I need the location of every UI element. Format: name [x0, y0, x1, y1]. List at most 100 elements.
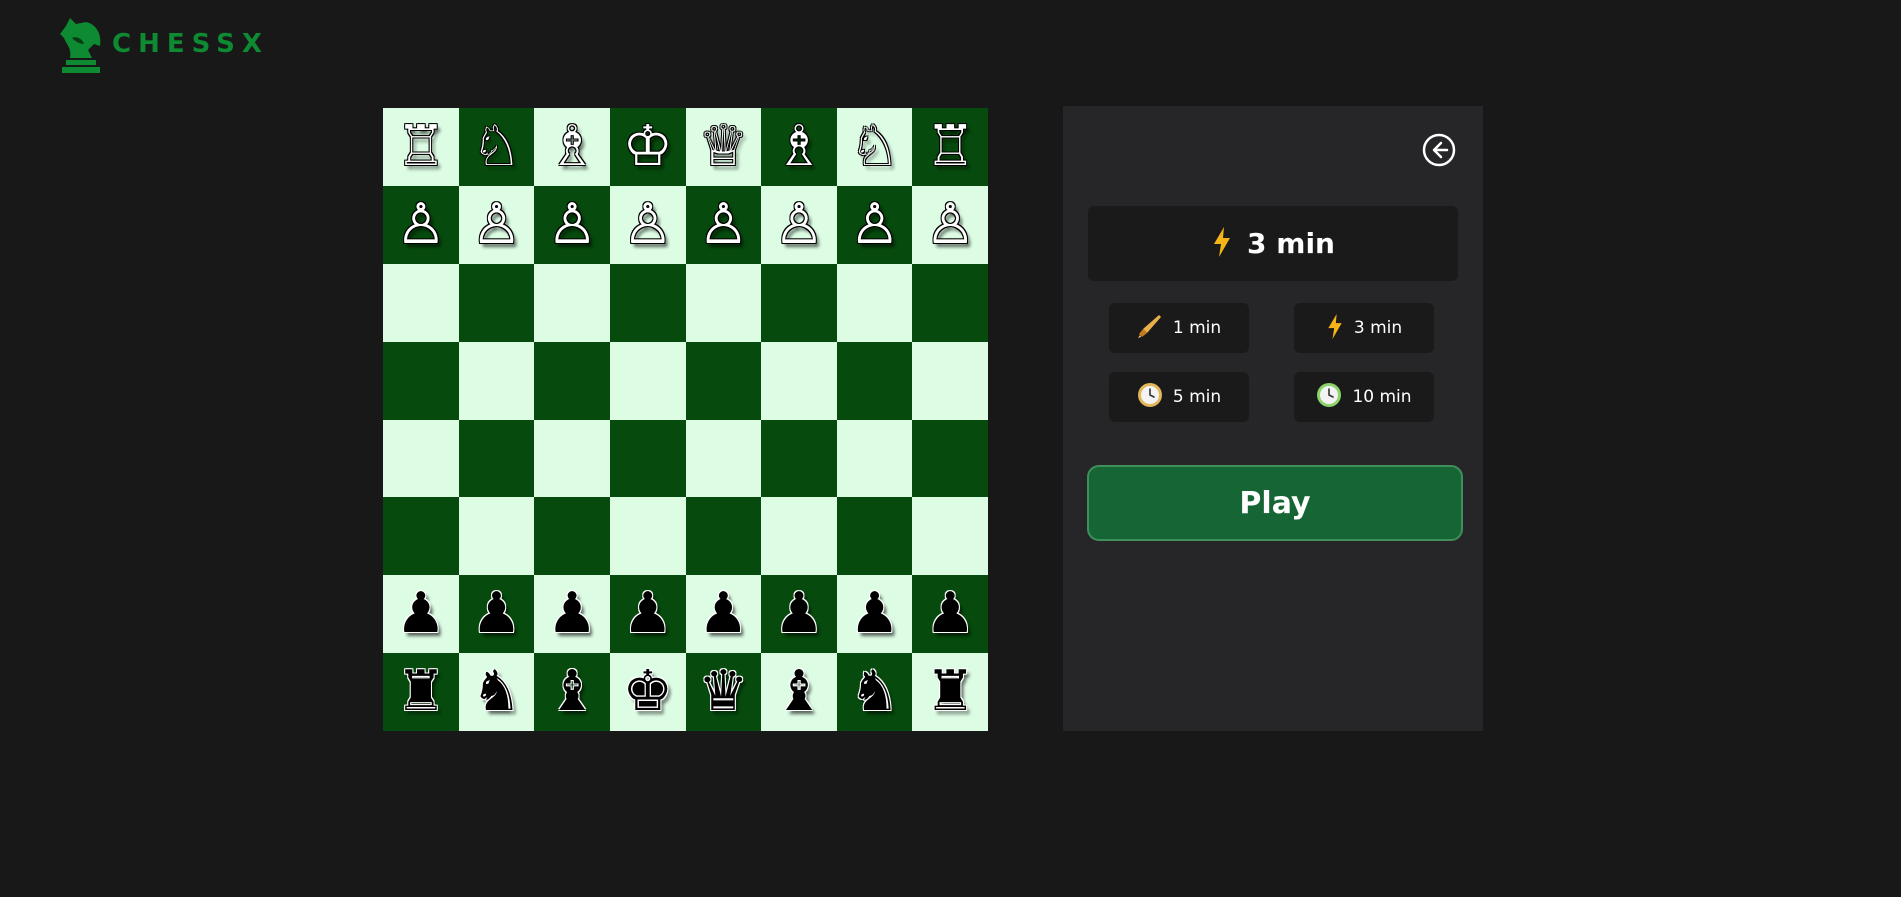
board-square[interactable]: ♗: [534, 108, 610, 186]
board-square[interactable]: ♖: [912, 108, 988, 186]
board-square[interactable]: ♔: [609, 108, 686, 186]
chess-piece[interactable]: ♕: [698, 118, 748, 175]
board-square[interactable]: [761, 497, 837, 576]
board-square[interactable]: ♛: [685, 653, 762, 731]
board-square[interactable]: ♝: [534, 653, 610, 731]
board-square[interactable]: ♙: [761, 185, 837, 264]
board-square[interactable]: [761, 263, 837, 342]
chess-piece[interactable]: ♟: [396, 586, 446, 642]
board-square[interactable]: ♚: [609, 653, 686, 731]
board-square[interactable]: [685, 341, 762, 420]
time-option-3-min[interactable]: 3 min: [1294, 303, 1434, 353]
board-square[interactable]: ♞: [836, 653, 913, 731]
board-square[interactable]: ♘: [836, 108, 913, 186]
board-square[interactable]: ♟: [836, 575, 913, 654]
board-square[interactable]: [609, 263, 686, 342]
play-button[interactable]: Play: [1087, 465, 1463, 541]
chess-piece[interactable]: ♙: [471, 196, 521, 253]
time-option-10-min[interactable]: 10 min: [1294, 372, 1434, 422]
board-square[interactable]: [761, 341, 837, 420]
board-square[interactable]: ♟: [685, 575, 762, 654]
board-square[interactable]: ♙: [534, 185, 610, 264]
board-square[interactable]: [836, 419, 913, 498]
chess-piece[interactable]: ♟: [471, 586, 521, 642]
board-square[interactable]: [458, 263, 535, 342]
chess-piece[interactable]: ♗: [774, 118, 824, 175]
board-square[interactable]: [912, 497, 988, 576]
board-square[interactable]: ♟: [609, 575, 686, 654]
chess-piece[interactable]: ♖: [396, 118, 446, 175]
board-square[interactable]: [912, 341, 988, 420]
chess-piece[interactable]: ♜: [925, 664, 975, 720]
board-square[interactable]: ♖: [383, 108, 459, 186]
board-square[interactable]: [685, 419, 762, 498]
logo[interactable]: CHESSX: [56, 14, 269, 74]
chess-piece[interactable]: ♟: [925, 586, 975, 642]
board-square[interactable]: ♙: [836, 185, 913, 264]
board-square[interactable]: ♙: [912, 185, 988, 264]
chess-piece[interactable]: ♟: [623, 586, 673, 642]
selected-time-control[interactable]: 3 min: [1088, 206, 1458, 281]
board-square[interactable]: [534, 341, 610, 420]
board-square[interactable]: [458, 497, 535, 576]
board-square[interactable]: ♙: [609, 185, 686, 264]
chess-piece[interactable]: ♚: [623, 664, 673, 720]
chess-piece[interactable]: ♙: [623, 196, 673, 253]
board-square[interactable]: ♕: [685, 108, 762, 186]
board-square[interactable]: ♟: [912, 575, 988, 654]
chess-piece[interactable]: ♙: [698, 196, 748, 253]
chess-piece[interactable]: ♙: [547, 196, 597, 253]
chess-piece[interactable]: ♘: [471, 118, 521, 175]
board-square[interactable]: [458, 419, 535, 498]
board-square[interactable]: [912, 419, 988, 498]
chess-piece[interactable]: ♝: [774, 664, 824, 720]
board-square[interactable]: ♙: [383, 185, 459, 264]
board-square[interactable]: ♟: [761, 575, 837, 654]
board-square[interactable]: [383, 419, 459, 498]
board-square[interactable]: ♝: [761, 653, 837, 731]
board-square[interactable]: [609, 497, 686, 576]
board-square[interactable]: ♗: [761, 108, 837, 186]
chess-piece[interactable]: ♙: [774, 196, 824, 253]
chess-piece[interactable]: ♞: [849, 664, 899, 720]
back-button[interactable]: [1422, 133, 1456, 167]
time-option-1-min[interactable]: 1 min: [1109, 303, 1249, 353]
board-square[interactable]: [761, 419, 837, 498]
chess-piece[interactable]: ♜: [396, 664, 446, 720]
board-square[interactable]: ♟: [458, 575, 535, 654]
chess-piece[interactable]: ♞: [471, 664, 521, 720]
board-square[interactable]: [685, 263, 762, 342]
board-square[interactable]: ♙: [458, 185, 535, 264]
board-square[interactable]: [836, 497, 913, 576]
board-square[interactable]: [383, 263, 459, 342]
chess-piece[interactable]: ♗: [547, 118, 597, 175]
board-square[interactable]: [836, 263, 913, 342]
chess-piece[interactable]: ♛: [698, 664, 748, 720]
board-square[interactable]: [912, 263, 988, 342]
board-square[interactable]: [534, 497, 610, 576]
chess-piece[interactable]: ♖: [925, 118, 975, 175]
board-square[interactable]: ♘: [458, 108, 535, 186]
chess-piece[interactable]: ♔: [623, 118, 673, 175]
board-square[interactable]: [534, 263, 610, 342]
board-square[interactable]: ♙: [685, 185, 762, 264]
chess-piece[interactable]: ♙: [925, 196, 975, 253]
chess-piece[interactable]: ♘: [849, 118, 899, 175]
chess-piece[interactable]: ♙: [396, 196, 446, 253]
board-square[interactable]: ♜: [383, 653, 459, 731]
chess-board[interactable]: ♖ ♘ ♗ ♔ ♕ ♗ ♘ ♖ ♙ ♙ ♙ ♙ ♙ ♙ ♙ ♙ ♟ ♟ ♟ ♟ ♟ ♟ ♟ ♟ ♜ ♞ ♝ ♚ ♛ ♝ ♞ ♜: [383, 108, 988, 731]
board-square[interactable]: [383, 341, 459, 420]
board-square[interactable]: [383, 497, 459, 576]
chess-piece[interactable]: ♝: [547, 664, 597, 720]
chess-piece[interactable]: ♟: [698, 586, 748, 642]
board-square[interactable]: [836, 341, 913, 420]
chess-piece[interactable]: ♟: [774, 586, 824, 642]
chess-piece[interactable]: ♙: [849, 196, 899, 253]
board-square[interactable]: [609, 341, 686, 420]
board-square[interactable]: ♟: [383, 575, 459, 654]
board-square[interactable]: ♞: [458, 653, 535, 731]
time-option-5-min[interactable]: 5 min: [1109, 372, 1249, 422]
board-square[interactable]: [685, 497, 762, 576]
chess-piece[interactable]: ♟: [849, 586, 899, 642]
board-square[interactable]: ♜: [912, 653, 988, 731]
